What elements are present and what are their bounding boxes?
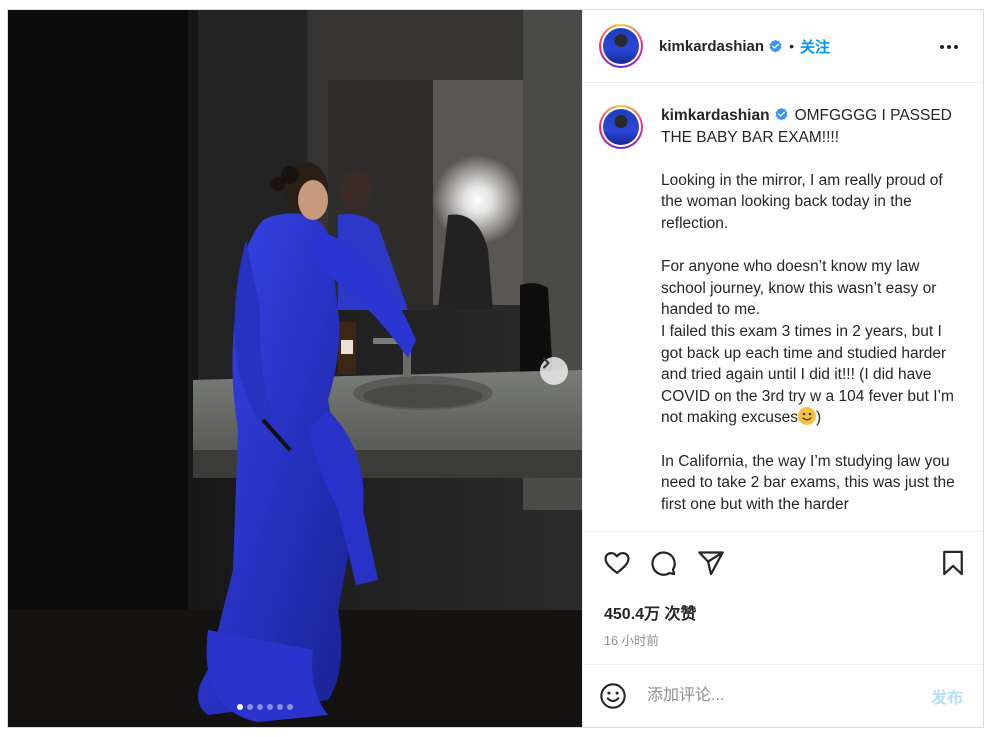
caption-scroll-area[interactable]: kimkardashian OMFGGGG I PASSED THE BABY B… bbox=[583, 83, 983, 532]
avatar-image bbox=[603, 109, 639, 145]
comment-bar: 发布 bbox=[583, 664, 983, 727]
bookmark-icon[interactable] bbox=[939, 549, 967, 577]
carousel-dot[interactable] bbox=[267, 704, 273, 710]
carousel-dot[interactable] bbox=[277, 704, 283, 710]
carousel-indicator bbox=[8, 704, 582, 710]
carousel-dot[interactable] bbox=[257, 704, 263, 710]
verified-badge-icon bbox=[775, 107, 788, 121]
action-bar bbox=[599, 545, 967, 585]
caption-paragraph: Looking in the mirror, I am really proud… bbox=[661, 171, 948, 232]
avatar[interactable] bbox=[599, 24, 643, 68]
post-timestamp[interactable]: 16 小时前 bbox=[604, 630, 659, 649]
photo-illustration bbox=[8, 10, 582, 727]
comment-input[interactable] bbox=[645, 686, 931, 706]
carousel-next-button[interactable] bbox=[540, 357, 568, 385]
carousel-dot[interactable] bbox=[287, 704, 293, 710]
emoji-smile-icon[interactable] bbox=[599, 682, 627, 710]
caption-username[interactable]: kimkardashian bbox=[661, 107, 770, 124]
caption-paragraph-end: ) bbox=[816, 409, 822, 427]
caption-paragraph: For anyone who doesn’t know my law schoo… bbox=[661, 258, 941, 319]
separator-dot: • bbox=[789, 38, 794, 54]
post-header: kimkardashian • 关注 bbox=[583, 10, 983, 83]
post-photo[interactable] bbox=[8, 10, 582, 727]
post-dialog: kimkardashian • 关注 kimkardashian OMFGGGG … bbox=[7, 9, 984, 728]
heart-icon[interactable] bbox=[603, 549, 631, 577]
username-link[interactable]: kimkardashian bbox=[659, 38, 764, 55]
post-comment-button[interactable]: 发布 bbox=[931, 684, 963, 708]
like-count[interactable]: 450.4万 次赞 bbox=[604, 600, 697, 624]
caption-paragraph: In California, the way I’m studying law … bbox=[661, 452, 960, 513]
caption-avatar[interactable] bbox=[599, 105, 643, 149]
smiling-face-emoji-icon bbox=[798, 407, 816, 426]
caption-text: kimkardashian OMFGGGG I PASSED THE BABY B… bbox=[661, 105, 967, 515]
chevron-right-icon bbox=[543, 357, 550, 369]
caption-row: kimkardashian OMFGGGG I PASSED THE BABY B… bbox=[583, 83, 983, 515]
carousel-dot[interactable] bbox=[237, 704, 243, 710]
avatar-image bbox=[603, 28, 639, 64]
more-options-icon[interactable] bbox=[939, 37, 959, 57]
carousel-dot[interactable] bbox=[247, 704, 253, 710]
comment-bubble-icon[interactable] bbox=[649, 549, 677, 577]
verified-badge-icon bbox=[769, 39, 782, 53]
follow-button[interactable]: 关注 bbox=[800, 36, 830, 57]
paper-plane-icon[interactable] bbox=[697, 549, 725, 577]
post-side-panel: kimkardashian • 关注 kimkardashian OMFGGGG … bbox=[582, 10, 983, 727]
